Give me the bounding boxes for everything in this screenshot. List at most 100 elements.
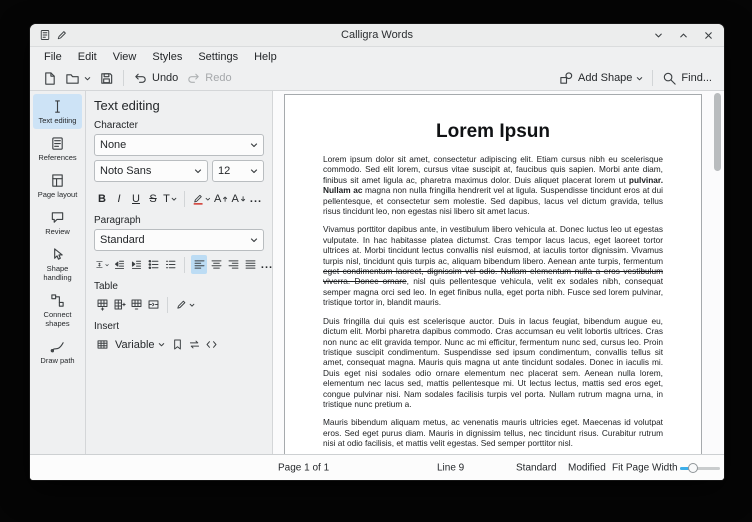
tool-tab-connect-shapes[interactable]: Connect shapes <box>33 288 82 332</box>
delete-row-button[interactable] <box>128 295 144 314</box>
increase-indent-button[interactable] <box>128 255 144 274</box>
text-run[interactable]: Vivamus porttitor dapibus ante, in vesti… <box>323 224 663 265</box>
bold-button[interactable]: B <box>94 189 110 208</box>
zoom-mode-button[interactable]: Fit Page Width <box>612 462 678 473</box>
undo-icon <box>133 71 148 86</box>
window-controls <box>651 28 715 42</box>
swap-arrows-icon <box>188 338 201 351</box>
bullet-list-icon <box>147 258 160 271</box>
add-shape-button[interactable]: Add Shape <box>555 69 647 88</box>
chevron-down-icon <box>636 75 643 82</box>
tool-tab-page-layout[interactable]: Page layout <box>33 168 82 203</box>
redo-button[interactable]: Redo <box>182 69 235 88</box>
maximize-button[interactable] <box>676 28 690 42</box>
document-canvas[interactable]: Lorem Ipsun Lorem ipsum dolor sit amet, … <box>273 91 724 454</box>
text-run[interactable]: Lorem ipsum dolor sit amet, consectetur … <box>323 154 663 185</box>
open-document-button[interactable] <box>61 69 95 88</box>
text-run[interactable]: Duis fringilla dui quis est scelerisque … <box>323 316 663 409</box>
italic-button[interactable]: I <box>111 189 127 208</box>
document-page[interactable]: Lorem Ipsun Lorem ipsum dolor sit amet, … <box>284 94 702 454</box>
align-center-button[interactable] <box>208 255 224 274</box>
merge-cells-icon <box>147 298 160 311</box>
titlebar-icons <box>39 29 68 41</box>
zoom-slider-handle[interactable] <box>688 463 698 473</box>
paragraph[interactable]: Mauris bibendum aliquam metus, ac venena… <box>323 417 663 448</box>
tool-tab-references[interactable]: References <box>33 131 82 166</box>
paragraph[interactable]: Vivamus porttitor dapibus ante, in vesti… <box>323 224 663 307</box>
tool-tab-shape-handling[interactable]: Shape handling <box>33 242 82 286</box>
text-run[interactable]: Mauris bibendum aliquam metus, ac venena… <box>323 417 663 448</box>
insert-column-button[interactable] <box>111 295 127 314</box>
text-run[interactable]: magna non nulla fringilla hendrerit vel … <box>323 185 663 216</box>
insert-section-label: Insert <box>94 321 264 332</box>
app-icon <box>39 29 51 41</box>
menu-help[interactable]: Help <box>246 50 285 64</box>
align-left-icon <box>193 258 206 271</box>
vertical-scrollbar[interactable] <box>714 93 721 452</box>
font-family-select[interactable]: Noto Sans <box>94 160 208 182</box>
underline-button[interactable]: U <box>128 189 144 208</box>
redo-label: Redo <box>205 72 231 84</box>
zoom-slider[interactable] <box>680 462 720 474</box>
line-spacing-button[interactable] <box>94 255 110 274</box>
menu-view[interactable]: View <box>105 50 145 64</box>
shrink-font-button[interactable]: A <box>230 189 247 208</box>
character-style-select[interactable]: None <box>94 134 264 156</box>
merge-cells-button[interactable] <box>145 295 161 314</box>
paragraph-style-select[interactable]: Standard <box>94 229 264 251</box>
align-left-button[interactable] <box>191 255 207 274</box>
minimize-button[interactable] <box>651 28 665 42</box>
chevron-down-icon <box>171 196 177 202</box>
chevron-down-icon <box>105 262 109 268</box>
tool-tab-strip: Text editing References Page layout Revi… <box>30 91 86 454</box>
tool-tab-draw-path[interactable]: Draw path <box>33 334 82 369</box>
scrollbar-thumb[interactable] <box>714 93 721 171</box>
menu-edit[interactable]: Edit <box>70 50 105 64</box>
superscript-button[interactable]: T <box>162 189 178 208</box>
menu-styles[interactable]: Styles <box>144 50 190 64</box>
add-shape-icon <box>559 71 574 86</box>
decrease-indent-button[interactable] <box>111 255 127 274</box>
undo-button[interactable]: Undo <box>129 69 182 88</box>
paragraph[interactable]: Duis fringilla dui quis est scelerisque … <box>323 316 663 410</box>
tool-tab-review[interactable]: Review <box>33 205 82 240</box>
docker-separator <box>184 191 185 207</box>
strikethrough-button[interactable]: S <box>145 189 161 208</box>
text-color-icon <box>192 192 204 205</box>
undo-label: Undo <box>152 72 178 84</box>
align-justify-button[interactable] <box>242 255 258 274</box>
document-body[interactable]: Lorem ipsum dolor sit amet, consectetur … <box>323 154 663 449</box>
insert-bookmark-button[interactable] <box>170 335 186 354</box>
document-heading[interactable]: Lorem Ipsun <box>323 121 663 143</box>
paragraph[interactable]: Lorem ipsum dolor sit amet, consectetur … <box>323 154 663 216</box>
new-document-button[interactable] <box>38 69 61 88</box>
insert-swap-button[interactable] <box>187 335 203 354</box>
insert-code-button[interactable] <box>204 335 220 354</box>
chevron-down-icon <box>189 302 195 308</box>
align-right-button[interactable] <box>225 255 241 274</box>
toolbar-separator <box>123 70 124 86</box>
character-more-button[interactable]: ... <box>248 189 264 208</box>
numbered-list-button[interactable] <box>162 255 178 274</box>
find-button[interactable]: Find... <box>658 69 716 88</box>
insert-row-button[interactable] <box>94 295 110 314</box>
style-indicator: Standard <box>516 462 557 473</box>
table-icon <box>96 338 109 351</box>
menu-file[interactable]: File <box>36 50 70 64</box>
text-color-button[interactable] <box>191 189 212 208</box>
table-border-pen-button[interactable] <box>174 295 196 314</box>
chevron-down-icon <box>194 167 202 175</box>
insert-variable-button[interactable]: Variable <box>111 335 169 354</box>
insert-table-button[interactable] <box>94 335 110 354</box>
bullet-list-button[interactable] <box>145 255 161 274</box>
grow-font-button[interactable]: A <box>213 189 230 208</box>
tool-tab-text-editing[interactable]: Text editing <box>33 94 82 129</box>
save-icon <box>99 71 114 86</box>
close-button[interactable] <box>701 28 715 42</box>
font-size-select[interactable]: 12 <box>212 160 264 182</box>
save-button[interactable] <box>95 69 118 88</box>
arrow-up-icon <box>222 195 228 203</box>
titlebar[interactable]: Calligra Words <box>30 24 724 47</box>
chevron-down-icon <box>250 141 258 149</box>
menu-settings[interactable]: Settings <box>190 50 246 64</box>
